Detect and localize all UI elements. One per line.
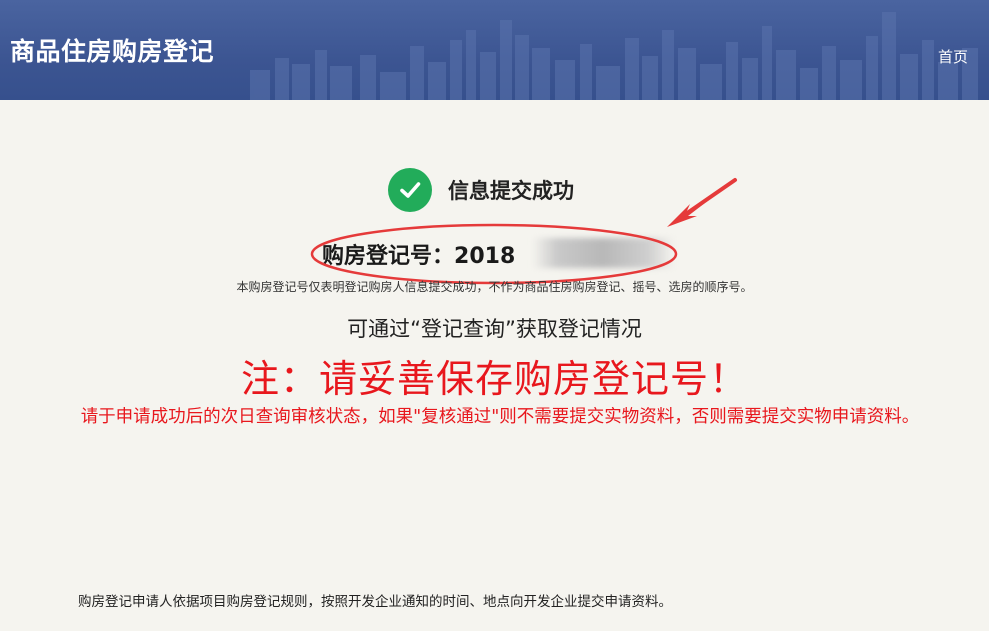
success-status: 信息提交成功 [388, 168, 574, 212]
save-number-warning: 注：请妥善保存购房登记号！ [240, 357, 748, 401]
registration-number: 购房登记号：2018 [322, 238, 515, 270]
success-message: 信息提交成功 [448, 179, 574, 203]
pointer-arrow-icon [667, 178, 737, 227]
check-circle-icon [388, 168, 432, 212]
site-title: 商品住房购房登记 [10, 37, 215, 66]
query-hint: 可通过“登记查询”获取登记情况 [347, 317, 642, 341]
registration-number-label: 购房登记号： [322, 244, 455, 269]
registration-number-value: 2018 [454, 244, 516, 269]
nav-home-link[interactable]: 首页 [938, 46, 968, 67]
footer-instructions: 购房登记申请人依据项目购房登记规则，按照开发企业通知的时间、地点向开发企业提交申… [78, 594, 672, 610]
registration-disclaimer: 本购房登记号仅表明登记购房人信息提交成功，不作为商品住房购房登记、摇号、选房的顺… [236, 280, 753, 294]
review-status-notice: 请于申请成功后的次日查询审核状态，如果"复核通过"则不需要提交实物资料，否则需要… [80, 407, 920, 427]
site-header: 商品住房购房登记 首页 [0, 0, 989, 100]
redacted-number-blur [532, 238, 674, 268]
